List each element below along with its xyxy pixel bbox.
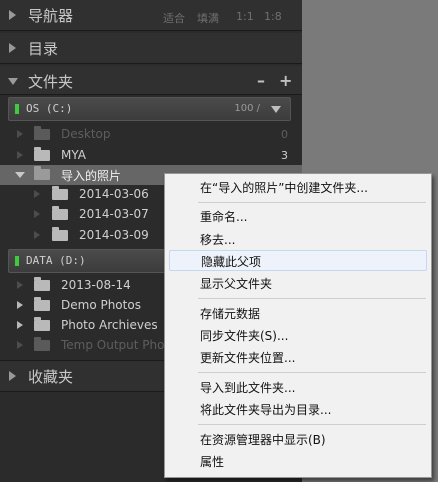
menu-item-label: 在“导入的照片”中创建文件夹... — [200, 181, 368, 195]
expand-arrow-icon[interactable] — [34, 190, 40, 198]
expand-triangle-icon[interactable] — [9, 43, 16, 53]
folder-label: 2014-03-09 — [79, 228, 149, 242]
menu-separator — [198, 372, 426, 373]
folder-label: 2014-03-06 — [79, 187, 149, 201]
expand-arrow-icon[interactable] — [17, 151, 23, 159]
menu-item-properties[interactable]: 属性 — [169, 451, 425, 471]
volume-name: OS (C:) — [26, 102, 73, 115]
folder-icon — [34, 277, 50, 291]
zoom-fit-option[interactable]: 适合 — [163, 10, 185, 26]
folder-icon — [34, 147, 50, 161]
folder-row[interactable]: Desktop 0 — [0, 125, 302, 145]
catalog-title: 目录 — [28, 40, 59, 58]
menu-item-label: 隐藏此父项 — [201, 255, 262, 269]
folder-label: Temp Output Photo — [61, 338, 177, 352]
menu-item-label: 属性 — [200, 455, 225, 469]
menu-separator — [198, 298, 426, 299]
menu-separator — [198, 202, 426, 203]
expand-arrow-icon[interactable] — [34, 231, 40, 239]
expand-triangle-icon[interactable] — [9, 10, 16, 20]
volume-os-c[interactable]: OS (C:) 100 / — [8, 97, 291, 121]
menu-item-label: 存储元数据 — [200, 307, 261, 321]
navigator-title: 导航器 — [28, 7, 74, 25]
menu-item-show-parent[interactable]: 显示父文件夹 — [169, 273, 425, 293]
collapse-arrow-icon[interactable] — [15, 172, 25, 178]
menu-item-label: 显示父文件夹 — [200, 277, 273, 291]
menu-separator — [198, 424, 426, 425]
folder-count: 0 — [281, 128, 288, 141]
menu-item-label: 重命名... — [200, 210, 248, 224]
volume-dropdown-icon[interactable] — [271, 106, 281, 113]
volume-usage: 100 / — [234, 103, 260, 114]
folder-icon — [34, 317, 50, 331]
menu-item-sync-folder[interactable]: 同步文件夹(S)... — [169, 325, 425, 345]
volume-status-indicator — [15, 104, 19, 114]
volume-name: DATA (D:) — [26, 254, 86, 267]
remove-folder-button[interactable]: – — [257, 71, 265, 90]
menu-item-update-location[interactable]: 更新文件夹位置... — [169, 347, 425, 367]
expand-arrow-icon[interactable] — [17, 301, 23, 309]
folder-row[interactable]: MYA 3 — [0, 146, 302, 166]
volume-status-indicator — [15, 256, 19, 266]
menu-item-label: 将此文件夹导出为目录... — [200, 403, 332, 417]
folder-icon — [34, 126, 50, 140]
navigator-header[interactable]: 导航器 适合 填满 1:1 1:8 — [0, 0, 302, 31]
menu-item-rename[interactable]: 重命名... — [169, 206, 425, 226]
menu-item-show-in-explorer[interactable]: 在资源管理器中显示(B) — [169, 429, 425, 449]
menu-item-label: 导入到此文件夹... — [200, 381, 296, 395]
expand-arrow-icon[interactable] — [17, 281, 23, 289]
expand-triangle-icon[interactable] — [9, 371, 16, 381]
folder-label: MYA — [61, 148, 86, 162]
menu-item-create-folder[interactable]: 在“导入的照片”中创建文件夹... — [169, 177, 425, 197]
menu-item-export-catalog[interactable]: 将此文件夹导出为目录... — [169, 399, 425, 419]
expand-arrow-icon[interactable] — [17, 130, 23, 138]
folder-label: 2013-08-14 — [61, 278, 131, 292]
zoom-1-1-option[interactable]: 1:1 — [236, 10, 254, 23]
zoom-fill-option[interactable]: 填满 — [197, 10, 219, 26]
expand-arrow-icon[interactable] — [17, 321, 23, 329]
expand-arrow-icon[interactable] — [17, 341, 23, 349]
folder-icon — [52, 206, 68, 220]
folder-count: 3 — [281, 149, 288, 162]
folder-icon — [34, 337, 50, 351]
menu-item-import-here[interactable]: 导入到此文件夹... — [169, 377, 425, 397]
add-folder-button[interactable]: + — [279, 71, 292, 90]
menu-item-label: 同步文件夹(S)... — [200, 329, 289, 343]
folder-open-icon — [34, 166, 50, 180]
catalog-header[interactable]: 目录 — [0, 33, 302, 64]
menu-item-save-metadata[interactable]: 存储元数据 — [169, 303, 425, 323]
folder-icon — [52, 186, 68, 200]
folder-label: Desktop — [61, 127, 111, 141]
folders-header[interactable]: 文件夹 – + — [0, 66, 302, 95]
folder-label: Demo Photos — [61, 298, 141, 312]
expand-arrow-icon[interactable] — [34, 210, 40, 218]
folders-title: 文件夹 — [28, 73, 74, 91]
menu-item-label: 更新文件夹位置... — [200, 351, 296, 365]
collapse-triangle-icon[interactable] — [8, 78, 18, 85]
context-menu: 在“导入的照片”中创建文件夹... 重命名... 移去... 隐藏此父项 显示父… — [164, 173, 432, 478]
menu-item-label: 在资源管理器中显示(B) — [200, 433, 326, 447]
folder-label: 导入的照片 — [61, 169, 122, 183]
collections-title: 收藏夹 — [28, 368, 74, 386]
menu-item-label: 移去... — [200, 233, 236, 247]
folder-label: Photo Archieves — [61, 318, 158, 332]
zoom-1-8-option[interactable]: 1:8 — [264, 10, 282, 23]
menu-item-remove[interactable]: 移去... — [169, 229, 425, 249]
menu-item-hide-parent[interactable]: 隐藏此父项 — [169, 250, 427, 271]
folder-icon — [34, 297, 50, 311]
folder-icon — [52, 227, 68, 241]
folder-label: 2014-03-07 — [79, 207, 149, 221]
